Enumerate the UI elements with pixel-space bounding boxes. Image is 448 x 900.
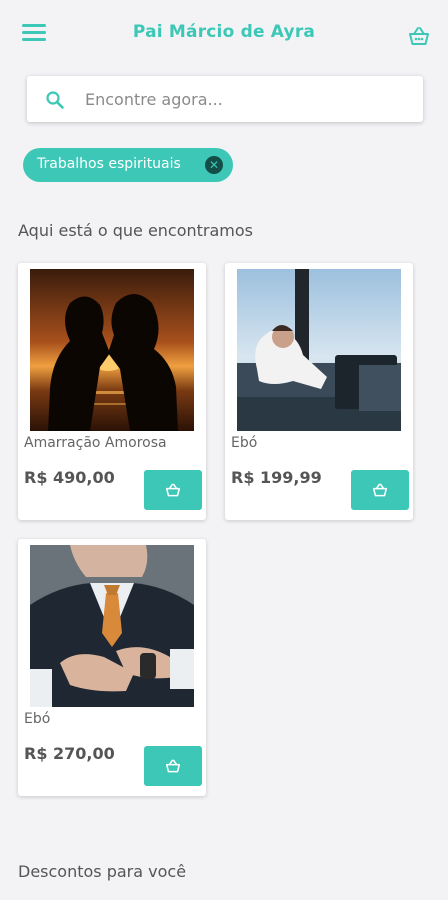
add-to-cart-button[interactable] xyxy=(351,470,409,510)
close-circle-icon[interactable]: ✕ xyxy=(205,156,223,174)
product-price: R$ 270,00 xyxy=(24,744,115,763)
product-name: Ebó xyxy=(231,435,258,451)
filter-chip[interactable]: Trabalhos espirituais ✕ xyxy=(23,148,233,182)
add-to-cart-button[interactable] xyxy=(144,746,202,786)
basket-icon xyxy=(165,759,181,773)
results-heading: Aqui está o que encontramos xyxy=(18,221,254,240)
search-icon[interactable] xyxy=(45,90,65,110)
product-image-man-relaxing[interactable] xyxy=(237,269,401,431)
search-bar xyxy=(27,76,423,122)
product-name: Ebó xyxy=(24,711,51,727)
discounts-heading: Descontos para você xyxy=(18,862,187,881)
basket-icon xyxy=(165,483,181,497)
product-card[interactable]: Ebó R$ 199,99 xyxy=(225,263,413,520)
basket-icon xyxy=(372,483,388,497)
product-card[interactable]: Ebó R$ 270,00 xyxy=(18,539,206,796)
product-price: R$ 490,00 xyxy=(24,468,115,487)
product-price: R$ 199,99 xyxy=(231,468,322,487)
product-name: Amarração Amorosa xyxy=(24,435,167,451)
product-card[interactable]: Amarração Amorosa R$ 490,00 xyxy=(18,263,206,520)
app-header: Pai Márcio de Ayra xyxy=(0,0,448,68)
product-image-couple[interactable] xyxy=(30,269,194,431)
search-input[interactable] xyxy=(85,76,405,122)
app-title: Pai Márcio de Ayra xyxy=(132,22,316,42)
filter-chip-label: Trabalhos espirituais xyxy=(37,156,181,172)
product-image-businessman[interactable] xyxy=(30,545,194,707)
add-to-cart-button[interactable] xyxy=(144,470,202,510)
basket-icon[interactable] xyxy=(408,26,430,46)
